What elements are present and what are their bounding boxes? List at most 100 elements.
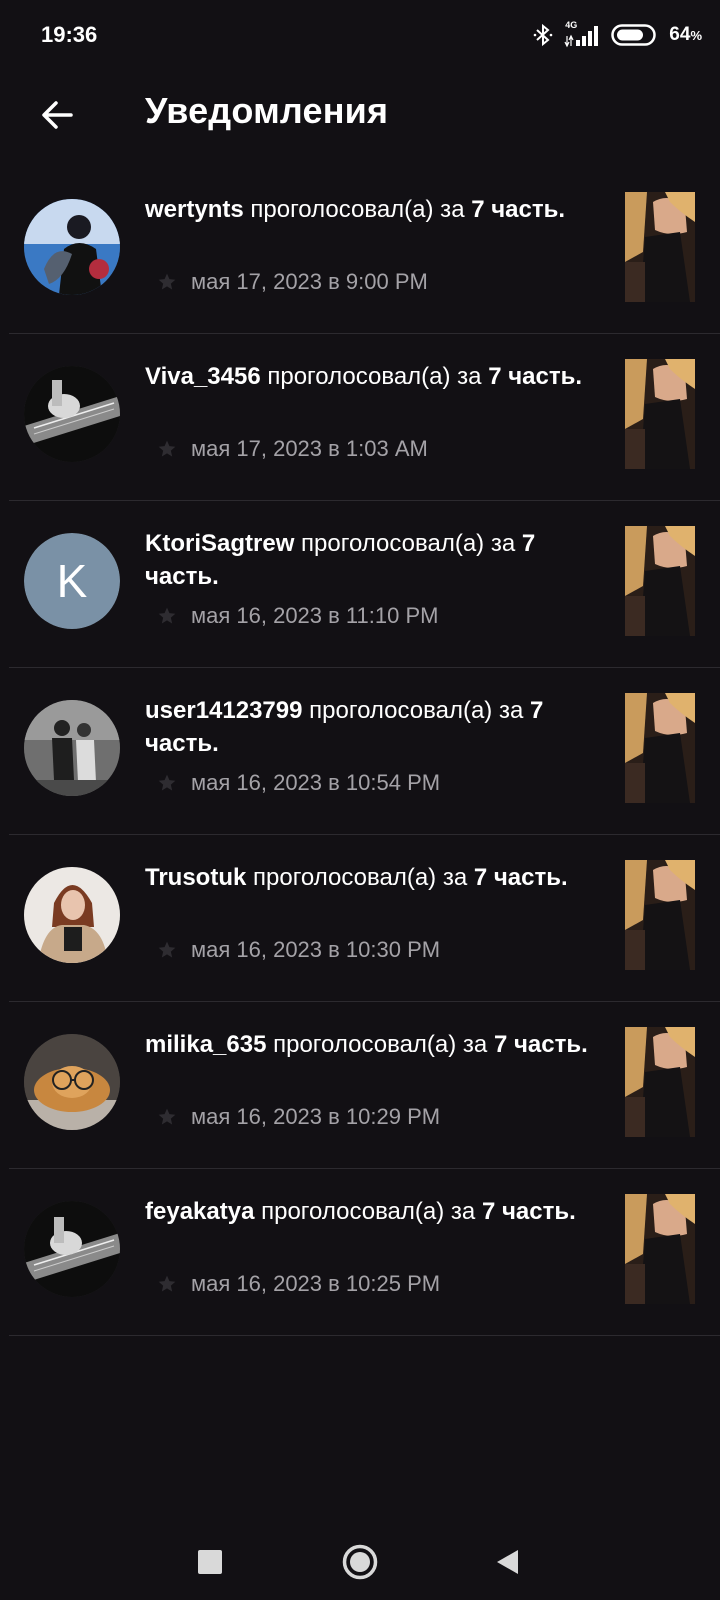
app-bar: Уведомления: [0, 70, 720, 160]
notification-item[interactable]: user14123799 проголосовал(а) за 7 часть.…: [0, 668, 720, 835]
thumbnail-image: [625, 860, 695, 970]
username[interactable]: Viva_3456: [145, 363, 261, 390]
notification-text: Viva_3456 проголосовал(а) за 7 часть.: [145, 360, 595, 393]
action-text: проголосовал(а) за: [261, 1198, 476, 1225]
thumbnail-image: [625, 1027, 695, 1137]
battery-percent: 64%: [669, 24, 702, 46]
avatar-photo: [24, 867, 120, 963]
notification-meta: мая 16, 2023 в 10:30 PM: [157, 935, 440, 965]
battery-icon: [611, 23, 659, 47]
story-thumbnail[interactable]: [625, 1194, 695, 1304]
notification-text: wertynts проголосовал(а) за 7 часть.: [145, 193, 595, 226]
username[interactable]: user14123799: [145, 697, 302, 724]
avatar-photo: [24, 366, 120, 462]
avatar[interactable]: [24, 366, 120, 462]
username[interactable]: wertynts: [145, 196, 244, 223]
status-indicators: 4G 64%: [533, 20, 702, 50]
notification-meta: мая 16, 2023 в 10:54 PM: [157, 768, 440, 798]
username[interactable]: feyakatya: [145, 1198, 254, 1225]
notification-meta: мая 16, 2023 в 10:29 PM: [157, 1102, 440, 1132]
star-icon: [158, 1108, 176, 1125]
notification-date: мая 17, 2023 в 9:00 PM: [191, 269, 428, 294]
story-thumbnail[interactable]: [625, 192, 695, 302]
notification-meta: мая 17, 2023 в 9:00 PM: [157, 267, 428, 297]
avatar[interactable]: [24, 700, 120, 796]
avatar[interactable]: [24, 1201, 120, 1297]
avatar-photo: [24, 700, 120, 796]
notification-item[interactable]: feyakatya проголосовал(а) за 7 часть. ма…: [0, 1169, 720, 1336]
arrow-left-icon: [42, 101, 73, 129]
notification-meta: мая 16, 2023 в 11:10 PM: [157, 601, 438, 631]
notification-date: мая 16, 2023 в 10:54 PM: [191, 770, 441, 795]
thumbnail-image: [625, 693, 695, 803]
triangle-back-icon: [497, 1550, 518, 1574]
notification-date: мая 16, 2023 в 11:10 PM: [191, 603, 439, 628]
avatar[interactable]: [24, 199, 120, 295]
thumbnail-image: [625, 192, 695, 302]
story-thumbnail[interactable]: [625, 359, 695, 469]
notification-item[interactable]: wertynts проголосовал(а) за 7 часть. мая…: [0, 167, 720, 334]
username[interactable]: milika_635: [145, 1031, 266, 1058]
back-button[interactable]: [30, 88, 84, 142]
star-icon: [158, 273, 176, 290]
avatar[interactable]: [24, 1034, 120, 1130]
star-icon: [158, 774, 176, 791]
notification-text: feyakatya проголосовал(а) за 7 часть.: [145, 1195, 595, 1228]
avatar-photo: [24, 1034, 120, 1130]
notification-text: user14123799 проголосовал(а) за 7 часть.: [145, 694, 595, 760]
part-link[interactable]: 7 часть.: [471, 196, 565, 223]
avatar[interactable]: [24, 867, 120, 963]
avatar-photo: [24, 1201, 120, 1297]
story-thumbnail[interactable]: [625, 693, 695, 803]
system-back-button[interactable]: [477, 1532, 537, 1592]
story-thumbnail[interactable]: [625, 1027, 695, 1137]
signal-icon: 4G: [563, 20, 601, 48]
battery-unit: %: [690, 28, 702, 43]
notification-list: wertynts проголосовал(а) за 7 часть. мая…: [0, 167, 720, 1336]
username[interactable]: KtoriSagtrew: [145, 530, 294, 557]
star-icon: [158, 607, 176, 624]
divider: [9, 1335, 720, 1336]
part-link[interactable]: 7 часть.: [488, 363, 582, 390]
notification-date: мая 16, 2023 в 10:29 PM: [191, 1104, 441, 1129]
status-time: 19:36: [41, 22, 98, 47]
notification-item[interactable]: K KtoriSagtrew проголосовал(а) за 7 част…: [0, 501, 720, 668]
battery-value: 64: [669, 24, 691, 45]
page-title: Уведомления: [145, 90, 389, 131]
action-text: проголосовал(а) за: [253, 864, 468, 891]
notification-text: Trusotuk проголосовал(а) за 7 часть.: [145, 861, 595, 894]
star-icon: [158, 440, 176, 457]
system-nav-bar: [0, 1520, 720, 1600]
notification-text: KtoriSagtrew проголосовал(а) за 7 часть.: [145, 527, 595, 593]
thumbnail-image: [625, 526, 695, 636]
action-text: проголосовал(а) за: [267, 363, 482, 390]
part-link[interactable]: 7 часть.: [494, 1031, 588, 1058]
notification-item[interactable]: Viva_3456 проголосовал(а) за 7 часть. ма…: [0, 334, 720, 501]
notification-item[interactable]: milika_635 проголосовал(а) за 7 часть. м…: [0, 1002, 720, 1169]
action-text: проголосовал(а) за: [301, 530, 516, 557]
action-text: проголосовал(а) за: [273, 1031, 488, 1058]
action-text: проголосовал(а) за: [250, 196, 465, 223]
status-bar: 19:36 4G 64%: [0, 0, 720, 70]
part-link[interactable]: 7 часть.: [482, 1198, 576, 1225]
part-link[interactable]: 7 часть.: [474, 864, 568, 891]
action-text: проголосовал(а) за: [309, 697, 524, 724]
username[interactable]: Trusotuk: [145, 864, 246, 891]
notification-date: мая 16, 2023 в 10:25 PM: [191, 1271, 441, 1296]
recents-button[interactable]: [180, 1532, 240, 1592]
notification-date: мая 16, 2023 в 10:30 PM: [191, 937, 441, 962]
home-button[interactable]: [330, 1532, 390, 1592]
avatar-letter: K: [24, 533, 120, 629]
notification-meta: мая 16, 2023 в 10:25 PM: [157, 1269, 440, 1299]
star-icon: [158, 941, 176, 958]
story-thumbnail[interactable]: [625, 860, 695, 970]
star-icon: [158, 1275, 176, 1292]
notification-meta: мая 17, 2023 в 1:03 AM: [157, 434, 428, 464]
notification-item[interactable]: Trusotuk проголосовал(а) за 7 часть. мая…: [0, 835, 720, 1002]
circle-icon: [342, 1544, 378, 1580]
bluetooth-icon: [533, 23, 553, 47]
avatar[interactable]: K: [24, 533, 120, 629]
notification-date: мая 17, 2023 в 1:03 AM: [191, 436, 428, 461]
story-thumbnail[interactable]: [625, 526, 695, 636]
avatar-photo: [24, 199, 120, 295]
